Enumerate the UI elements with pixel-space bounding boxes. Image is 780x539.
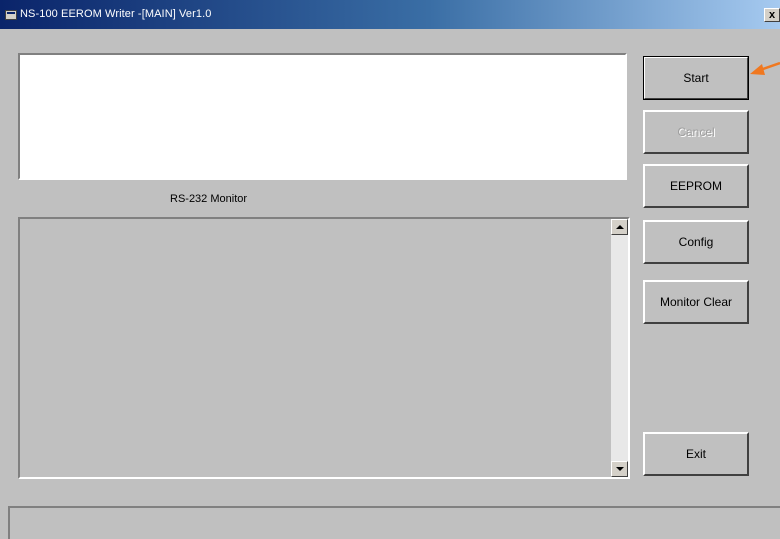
main-window: NS-100 EEROM Writer -[MAIN] Ver1.0 x RS-…: [0, 0, 780, 539]
vertical-scrollbar[interactable]: [611, 219, 628, 477]
start-button[interactable]: Start: [643, 56, 749, 100]
scroll-up-icon: [616, 225, 624, 229]
monitor-clear-label: Monitor Clear: [659, 295, 733, 309]
close-icon[interactable]: x: [764, 8, 780, 22]
eeprom-label: EEPROM: [669, 179, 722, 193]
scroll-up-button[interactable]: [611, 219, 628, 235]
cancel-button[interactable]: Cancel: [643, 110, 749, 154]
eeprom-button[interactable]: EEPROM: [643, 164, 749, 208]
arrow-pointer-icon: [750, 61, 780, 75]
rs232-monitor[interactable]: [18, 217, 630, 479]
status-bar: [8, 506, 780, 539]
scroll-down-icon: [616, 467, 624, 471]
monitor-clear-button[interactable]: Monitor Clear: [643, 280, 749, 324]
config-button[interactable]: Config: [643, 220, 749, 264]
window-title: NS-100 EEROM Writer -[MAIN] Ver1.0: [20, 8, 212, 20]
cancel-label: Cancel: [677, 125, 715, 139]
output-textbox[interactable]: [18, 53, 627, 180]
title-bar[interactable]: NS-100 EEROM Writer -[MAIN] Ver1.0 x: [0, 0, 780, 29]
scroll-down-button[interactable]: [611, 461, 628, 477]
monitor-label: RS-232 Monitor: [170, 193, 248, 205]
start-label: Start: [683, 71, 709, 85]
config-label: Config: [678, 235, 714, 249]
app-icon[interactable]: [5, 10, 17, 20]
exit-label: Exit: [685, 447, 706, 461]
exit-button[interactable]: Exit: [643, 432, 749, 476]
